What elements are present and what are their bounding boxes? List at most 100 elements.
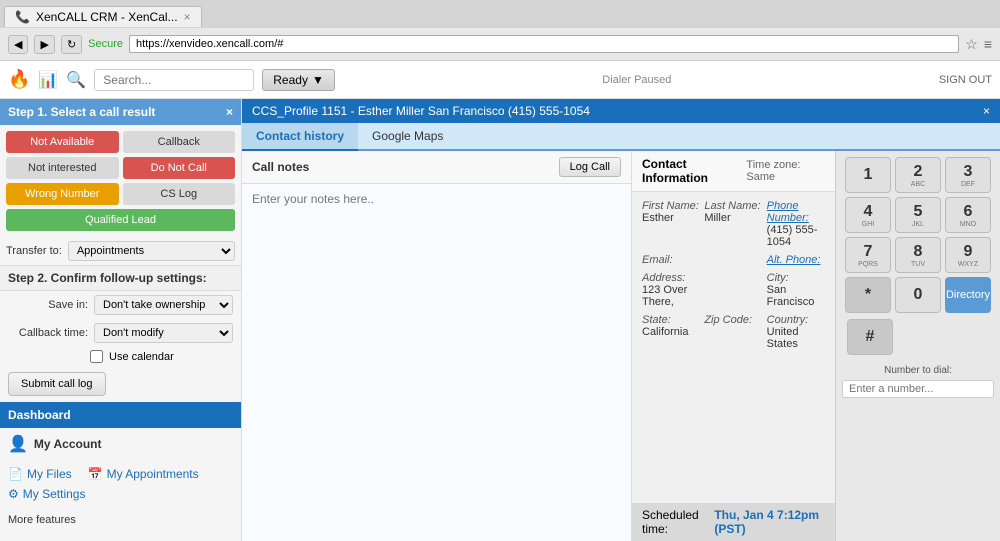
secure-label: Secure <box>88 38 123 50</box>
tab-close-icon[interactable]: × <box>184 10 191 24</box>
dialer-status: Dialer Paused <box>343 74 931 86</box>
dialer-key-6[interactable]: 6 MNO <box>945 197 991 233</box>
do-not-call-button[interactable]: Do Not Call <box>123 157 236 179</box>
ready-label: Ready <box>273 73 308 87</box>
call-notes-panel: Call notes Log Call <box>242 151 632 541</box>
first-name-label: First Name: <box>642 200 700 212</box>
wrong-number-button[interactable]: Wrong Number <box>6 183 119 205</box>
back-button[interactable]: ◀ <box>8 35 28 54</box>
step2-title: Step 2. Confirm follow-up settings: <box>8 271 207 285</box>
dashboard-title: Dashboard <box>8 408 71 422</box>
use-calendar-checkbox[interactable] <box>90 350 103 363</box>
qualified-lead-button[interactable]: Qualified Lead <box>6 209 235 231</box>
ready-button[interactable]: Ready ▼ <box>262 69 335 91</box>
state-label: State: <box>642 314 700 326</box>
dialer-digit-7: 7 <box>864 243 873 261</box>
address-value: 123 Over There, <box>642 284 700 308</box>
country-label: Country: <box>767 314 825 326</box>
zip-label: Zip Code: <box>704 314 762 326</box>
app-icon-search: 🔍 <box>66 70 86 90</box>
dialer-grid: 1 2 ABC 3 DEF 4 GHI <box>845 157 991 313</box>
phone-number-label[interactable]: Phone Number: <box>767 200 825 224</box>
scheduled-bar: Scheduled time: Thu, Jan 4 7:12pm (PST) <box>632 503 835 541</box>
cs-log-button[interactable]: CS Log <box>123 183 236 205</box>
step2-header: Step 2. Confirm follow-up settings: <box>0 265 241 291</box>
ready-arrow: ▼ <box>312 73 324 87</box>
transfer-select[interactable]: Appointments <box>68 241 235 261</box>
dialer-key-7[interactable]: 7 PQRS <box>845 237 891 273</box>
dialer-key-0[interactable]: 0 <box>895 277 941 313</box>
phone-number-value: (415) 555-1054 <box>767 224 825 248</box>
dialer-key-5[interactable]: 5 JKL <box>895 197 941 233</box>
search-input[interactable] <box>94 69 254 91</box>
dialer-key-4[interactable]: 4 GHI <box>845 197 891 233</box>
dialer-digit-9: 9 <box>964 243 973 261</box>
first-name-value: Esther <box>642 212 700 224</box>
files-icon: 📄 <box>8 467 23 481</box>
browser-tab[interactable]: 📞 XenCALL CRM - XenCal... × <box>4 6 202 27</box>
not-interested-button[interactable]: Not interested <box>6 157 119 179</box>
my-settings-link[interactable]: ⚙ My Settings <box>8 487 85 501</box>
star-icon[interactable]: ☆ <box>965 36 978 53</box>
contact-banner-close-icon[interactable]: × <box>983 104 990 118</box>
dialer-key-3[interactable]: 3 DEF <box>945 157 991 193</box>
dialer-key-2[interactable]: 2 ABC <box>895 157 941 193</box>
app-icon-chart: 📊 <box>38 70 58 90</box>
callback-button[interactable]: Callback <box>123 131 236 153</box>
app-logo: 🔥 <box>8 69 30 90</box>
forward-button[interactable]: ▶ <box>34 35 54 54</box>
reload-button[interactable]: ↻ <box>61 35 82 54</box>
contact-info-panel: Contact Information Time zone: Same Firs… <box>632 151 835 541</box>
dialer-digit-2: 2 <box>914 163 923 181</box>
save-in-select[interactable]: Don't take ownership <box>94 295 233 315</box>
dialer-key-star[interactable]: * <box>845 277 891 313</box>
state-value: California <box>642 326 700 338</box>
dialer-key-8[interactable]: 8 TUV <box>895 237 941 273</box>
contact-banner-text: CCS_Profile 1151 - Esther Miller San Fra… <box>252 104 590 118</box>
last-name-value: Miller <box>704 212 762 224</box>
dialer-digit-1: 1 <box>864 166 873 184</box>
call-notes-title: Call notes <box>252 160 309 174</box>
last-name-label: Last Name: <box>704 200 762 212</box>
scheduled-label: Scheduled time: <box>642 508 710 536</box>
sign-out-button[interactable]: SIGN OUT <box>939 74 992 86</box>
callback-time-select[interactable]: Don't modify <box>94 323 233 343</box>
dialer-key-9[interactable]: 9 WXYZ <box>945 237 991 273</box>
menu-icon[interactable]: ≡ <box>984 36 992 52</box>
save-in-label: Save in: <box>8 299 88 311</box>
dial-number-input[interactable] <box>842 380 994 398</box>
my-account-row[interactable]: 👤 My Account <box>0 428 241 460</box>
dialer-digit-4: 4 <box>864 203 873 221</box>
my-files-link[interactable]: 📄 My Files <box>8 467 72 481</box>
calendar-icon: 📅 <box>88 467 103 481</box>
log-call-button[interactable]: Log Call <box>559 157 621 177</box>
dialer-key-hash[interactable]: # <box>847 319 893 355</box>
tab-favicon: 📞 <box>15 10 30 24</box>
tab-google-maps[interactable]: Google Maps <box>358 123 457 149</box>
city-value: San Francisco <box>767 284 825 308</box>
call-notes-textarea[interactable] <box>242 184 631 541</box>
my-files-label: My Files <box>27 467 72 481</box>
account-icon: 👤 <box>8 434 28 454</box>
contact-info-title: Contact Information <box>642 157 746 185</box>
settings-icon: ⚙ <box>8 487 19 501</box>
address-bar-input[interactable] <box>129 35 959 53</box>
not-available-button[interactable]: Not Available <box>6 131 119 153</box>
use-calendar-label: Use calendar <box>109 351 174 363</box>
country-value: United States <box>767 326 825 350</box>
alt-phone-label[interactable]: Alt. Phone: <box>767 254 825 266</box>
dialer-digit-5: 5 <box>914 203 923 221</box>
number-to-dial-label: Number to dial: <box>884 365 952 376</box>
more-features[interactable]: More features <box>0 508 241 532</box>
dialer-panel: 1 2 ABC 3 DEF 4 GHI <box>835 151 1000 541</box>
tab-contact-history[interactable]: Contact history <box>242 123 358 151</box>
dialer-digit-6: 6 <box>964 203 973 221</box>
directory-button[interactable]: Directory <box>945 277 991 313</box>
dashboard-header: Dashboard <box>0 402 241 428</box>
my-settings-label: My Settings <box>23 487 86 501</box>
dialer-key-1[interactable]: 1 <box>845 157 891 193</box>
submit-call-log-button[interactable]: Submit call log <box>8 372 106 396</box>
step1-close-icon[interactable]: × <box>226 105 233 119</box>
timezone: Time zone: Same <box>746 159 825 183</box>
my-appointments-link[interactable]: 📅 My Appointments <box>88 467 199 481</box>
